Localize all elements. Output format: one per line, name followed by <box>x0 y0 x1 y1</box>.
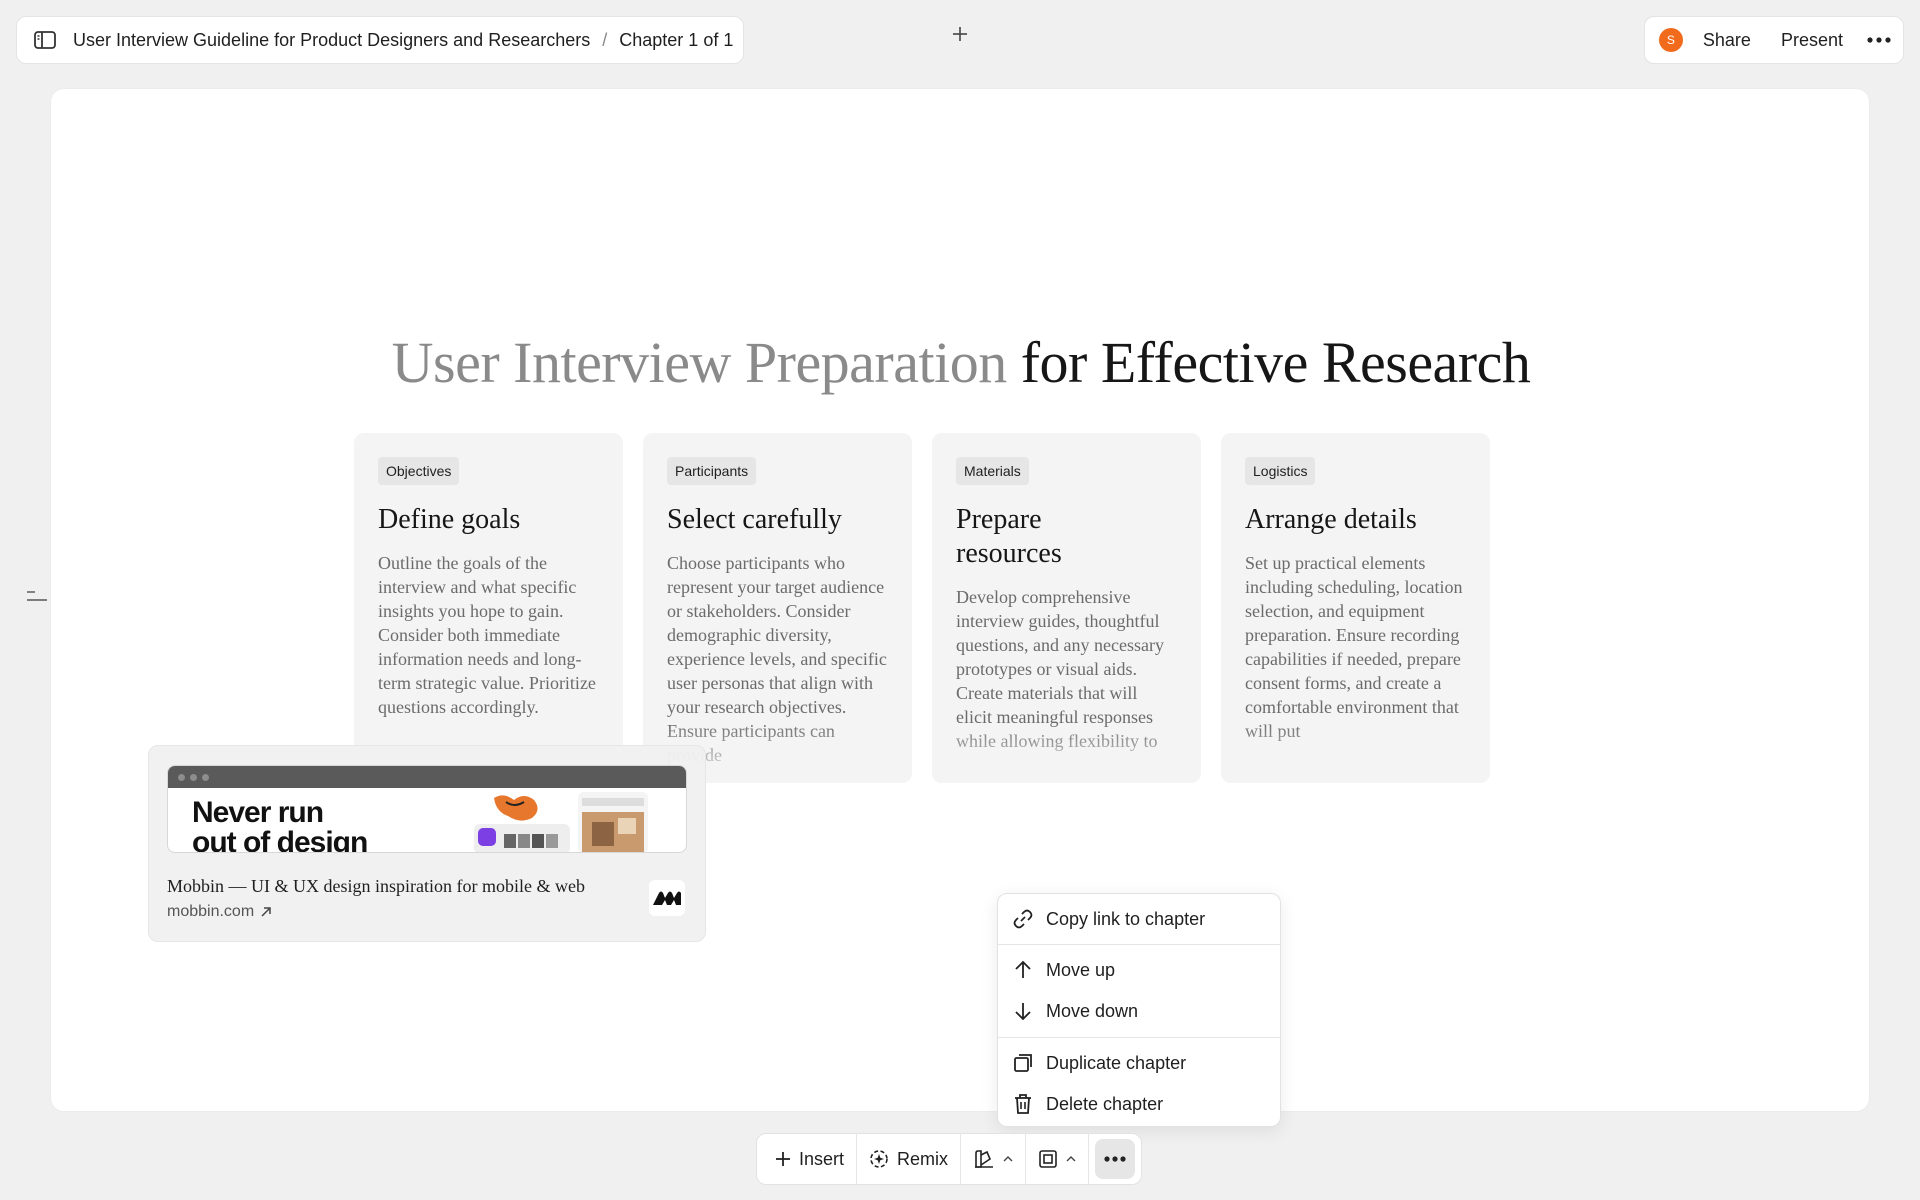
breadcrumb: User Interview Guideline for Product Des… <box>16 16 745 64</box>
share-button[interactable]: Share <box>1693 24 1761 57</box>
breadcrumb-separator: / <box>602 29 608 50</box>
drag-handle-icon[interactable] <box>25 590 49 602</box>
theme-brush-icon <box>975 1150 994 1168</box>
card-logistics[interactable]: Logistics Arrange details Set up practic… <box>1221 433 1490 783</box>
link-preview-card[interactable]: Never run out of design Mobbin — UI & UX… <box>148 745 706 942</box>
theme-dropdown-button[interactable] <box>961 1139 1025 1179</box>
remix-button[interactable]: Remix <box>857 1139 960 1179</box>
delete-chapter-menu-item[interactable]: Delete chapter <box>998 1084 1280 1124</box>
chapter-context-menu: Copy link to chapter Move up Move down D… <box>997 893 1281 1127</box>
toolbar-divider <box>1088 1133 1090 1185</box>
card-tag: Logistics <box>1245 457 1316 485</box>
card-body: Develop comprehensive interview guides, … <box>956 587 1164 751</box>
title-muted-part: User Interview Preparation <box>391 330 1008 395</box>
more-horizontal-icon <box>1104 1156 1126 1162</box>
link-preview-url[interactable]: mobbin.com <box>167 903 272 921</box>
layout-dropdown-button[interactable] <box>1026 1139 1088 1179</box>
bottom-toolbar: Insert Remix <box>756 1133 1143 1185</box>
link-preview-thumbnail: Never run out of design <box>167 765 687 853</box>
link-icon <box>1013 909 1033 929</box>
card-participants[interactable]: Participants Select carefully Choose par… <box>643 433 912 783</box>
preview-hero-text: Never run out of design <box>192 796 368 853</box>
menu-divider <box>998 1037 1280 1038</box>
card-body: Outline the goals of the interview and w… <box>378 553 596 717</box>
duplicate-icon <box>1014 1054 1032 1072</box>
title-strong-part: for Effective Research <box>1006 330 1531 395</box>
card-body: Set up practical elements including sche… <box>1245 553 1463 741</box>
arrow-up-icon <box>1015 960 1031 978</box>
more-options-icon[interactable] <box>1863 24 1895 56</box>
card-heading: Select carefully <box>667 504 842 535</box>
external-link-icon <box>261 907 271 917</box>
preview-photo-tile <box>578 792 648 852</box>
present-button[interactable]: Present <box>1771 24 1853 57</box>
plus-icon <box>953 27 967 41</box>
insert-button[interactable]: Insert <box>763 1139 856 1179</box>
chevron-up-icon <box>1003 1156 1013 1162</box>
add-chapter-button[interactable] <box>944 18 976 50</box>
browser-chrome <box>168 766 686 788</box>
sidebar-toggle-icon[interactable] <box>29 24 61 56</box>
card-heading: Arrange details <box>1245 504 1417 535</box>
link-preview-title: Mobbin — UI & UX design inspiration for … <box>167 876 585 896</box>
card-tag: Materials <box>956 457 1029 485</box>
mobbin-logo-icon <box>649 880 685 916</box>
card-grid: Objectives Define goals Outline the goal… <box>354 433 1490 783</box>
top-right-actions: S Share Present <box>1643 16 1904 64</box>
more-actions-button[interactable] <box>1095 1139 1136 1179</box>
slide-title[interactable]: User Interview Preparation for Effective… <box>51 329 1871 397</box>
card-tag: Objectives <box>378 457 460 485</box>
card-objectives[interactable]: Objectives Define goals Outline the goal… <box>354 433 623 783</box>
arrow-down-icon <box>1015 1003 1031 1021</box>
layout-icon <box>1039 1150 1057 1168</box>
card-tag: Participants <box>667 457 757 485</box>
remix-icon <box>870 1150 888 1168</box>
card-heading: Prepare resources <box>956 504 1062 569</box>
move-up-menu-item[interactable]: Move up <box>998 950 1280 990</box>
trash-icon <box>1015 1094 1031 1114</box>
move-down-menu-item[interactable]: Move down <box>998 991 1280 1031</box>
plus-icon <box>776 1152 790 1166</box>
copy-link-menu-item[interactable]: Copy link to chapter <box>998 899 1280 939</box>
duplicate-chapter-menu-item[interactable]: Duplicate chapter <box>998 1043 1280 1083</box>
menu-divider <box>998 944 1280 945</box>
preview-app-tile <box>474 824 570 852</box>
chevron-up-icon <box>1066 1156 1076 1162</box>
doc-title[interactable]: User Interview Guideline for Product Des… <box>73 30 590 51</box>
card-materials[interactable]: Materials Prepare resources Develop comp… <box>932 433 1201 783</box>
card-body: Choose participants who represent your t… <box>667 553 887 765</box>
chapter-indicator[interactable]: Chapter 1 of 1 <box>619 30 733 51</box>
card-heading: Define goals <box>378 504 521 535</box>
avatar[interactable]: S <box>1658 28 1683 52</box>
